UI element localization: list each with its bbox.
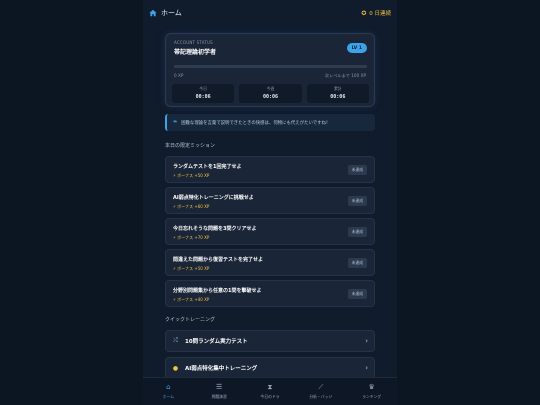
mission-title: 今日忘れそうな問題を3問クリアせよ — [173, 226, 257, 232]
mission-card[interactable]: ランダムテストを1回完了せよ ⚡ ボーナス +50 XP 未達成 — [165, 156, 375, 183]
mission-bonus: ⚡ ボーナス +60 XP — [173, 204, 209, 210]
nav-home[interactable]: ⌂ ホーム — [143, 378, 194, 405]
account-status-card: ACCOUNT STATUS 帯記理論初学者 LV 1 0 XP 次レベルまで … — [165, 33, 375, 107]
home-label: ホーム — [161, 9, 182, 17]
mission-bonus: ⚡ ボーナス +40 XP — [173, 297, 209, 303]
chevron-right-icon: › — [365, 364, 368, 372]
mission-card[interactable]: 間違えた問題から復習テストを完了せよ ⚡ ボーナス +50 XP 未達成 — [165, 249, 375, 276]
app-frame: ホーム ✪ 0 日連続 ACCOUNT STATUS 帯記理論初学者 LV 1 … — [143, 0, 397, 405]
mission-status-badge: 未達成 — [347, 289, 367, 299]
quick-random-test-button[interactable]: ⤮ 10問ランダム実力テスト › — [165, 330, 375, 352]
mission-card[interactable]: AI弱点特化トレーニングに挑戦せよ ⚡ ボーナス +60 XP 未達成 — [165, 187, 375, 214]
quick-label: 10問ランダム実力テスト — [185, 339, 248, 345]
home-link[interactable]: ホーム — [149, 8, 182, 18]
mission-bonus: ⚡ ボーナス +70 XP — [173, 235, 209, 241]
timer-value: 00:06 — [262, 94, 279, 100]
study-timers: 今日 00:06 今週 00:06 累計 00:06 — [172, 84, 369, 103]
chevron-right-icon: › — [365, 337, 368, 345]
quick-training-section-title: クイックトレーニング — [165, 317, 216, 323]
bolt-icon: ⚡ — [173, 204, 176, 209]
streak-counter: ✪ 0 日連続 — [361, 9, 391, 18]
shuffle-icon: ⤮ — [173, 337, 178, 344]
top-bar: ホーム ✪ 0 日連続 — [143, 0, 397, 26]
mission-title: ランダムテストを1回完了せよ — [173, 164, 242, 170]
mission-status-badge: 未達成 — [347, 196, 367, 206]
motivation-quote: ❝ 困難な理論を言葉で説明できたときの快感は、何物にも代えがたいですね！ — [165, 114, 375, 131]
mission-status-badge: 未達成 — [347, 227, 367, 237]
mission-bonus-text: ボーナス +50 XP — [177, 173, 210, 178]
nav-ranking[interactable]: ♛ ランキング — [346, 378, 397, 405]
chart-icon: ⟋ — [318, 382, 324, 391]
nav-label: ホーム — [162, 393, 175, 399]
xp-current: 0 XP — [174, 73, 184, 78]
nav-today[interactable]: ⧗ 今日のドラ — [245, 378, 296, 405]
timer-week: 今週 00:06 — [239, 84, 302, 103]
flame-icon: ✪ — [361, 9, 367, 17]
bolt-icon: ⚡ — [173, 173, 176, 178]
main-scroll-area[interactable]: ACCOUNT STATUS 帯記理論初学者 LV 1 0 XP 次レベルまで … — [143, 26, 397, 377]
account-status-label: ACCOUNT STATUS — [174, 40, 213, 45]
timer-total: 累計 00:06 — [306, 84, 369, 103]
nav-label: 問題演習 — [211, 393, 227, 399]
timer-today: 今日 00:06 — [172, 84, 235, 103]
rank-title: 帯記理論初学者 — [174, 49, 217, 56]
mission-bonus-text: ボーナス +50 XP — [177, 266, 210, 271]
quote-icon: ❝ — [173, 118, 178, 127]
ai-icon: ● — [172, 364, 179, 372]
home-icon — [149, 9, 157, 17]
level-badge: LV 1 — [346, 43, 367, 53]
timer-label: 累計 — [334, 86, 342, 91]
streak-text: 0 日連続 — [369, 11, 391, 17]
mission-card[interactable]: 分野別問題集から任意の1問を撃破せよ ⚡ ボーナス +40 XP 未達成 — [165, 280, 375, 307]
nav-label: ランキング — [362, 393, 382, 399]
quick-ai-training-button[interactable]: ● AI弱点特化集中トレーニング › — [165, 357, 375, 377]
timer-label: 今日 — [199, 86, 207, 91]
timer-value: 00:06 — [195, 94, 211, 100]
quick-label: AI弱点特化集中トレーニング — [185, 366, 258, 372]
mission-bonus: ⚡ ボーナス +50 XP — [173, 173, 209, 179]
bolt-icon: ⚡ — [173, 235, 176, 240]
bolt-icon: ⚡ — [173, 297, 176, 302]
xp-to-next-level: 次レベルまで 100 XP — [324, 73, 366, 78]
mission-card[interactable]: 今日忘れそうな問題を3問クリアせよ ⚡ ボーナス +70 XP 未達成 — [165, 218, 375, 245]
nav-label: 今日のドラ — [260, 393, 280, 399]
timer-value: 00:06 — [330, 94, 346, 100]
nav-analytics[interactable]: ⟋ 分析・バッジ — [295, 378, 346, 405]
mission-bonus: ⚡ ボーナス +50 XP — [173, 266, 209, 272]
mission-title: 間違えた問題から復習テストを完了せよ — [173, 257, 264, 263]
mission-status-badge: 未達成 — [347, 165, 367, 175]
mission-bonus-text: ボーナス +60 XP — [177, 204, 210, 209]
mission-bonus-text: ボーナス +40 XP — [177, 297, 210, 302]
bolt-icon: ⚡ — [173, 266, 176, 271]
timer-label: 今週 — [266, 86, 275, 91]
mission-bonus-text: ボーナス +70 XP — [177, 235, 210, 240]
quote-text: 困難な理論を言葉で説明できたときの快感は、何物にも代えがたいですね！ — [181, 120, 331, 126]
mission-title: 分野別問題集から任意の1問を撃破せよ — [173, 288, 262, 294]
trophy-icon: ♛ — [368, 382, 375, 391]
mission-title: AI弱点特化トレーニングに挑戦せよ — [173, 195, 254, 201]
nav-label: 分析・バッジ — [309, 393, 333, 399]
missions-section-title: 本日の限定ミッション — [165, 143, 216, 149]
hourglass-icon: ⧗ — [267, 382, 273, 391]
checklist-icon: ☰ — [216, 382, 223, 391]
xp-progress-bar — [174, 65, 367, 68]
home-icon: ⌂ — [166, 382, 171, 391]
bottom-navigation: ⌂ ホーム ☰ 問題演習 ⧗ 今日のドラ ⟋ 分析・バッジ ♛ ランキング — [143, 377, 397, 405]
mission-status-badge: 未達成 — [347, 258, 367, 268]
nav-practice[interactable]: ☰ 問題演習 — [194, 378, 245, 405]
